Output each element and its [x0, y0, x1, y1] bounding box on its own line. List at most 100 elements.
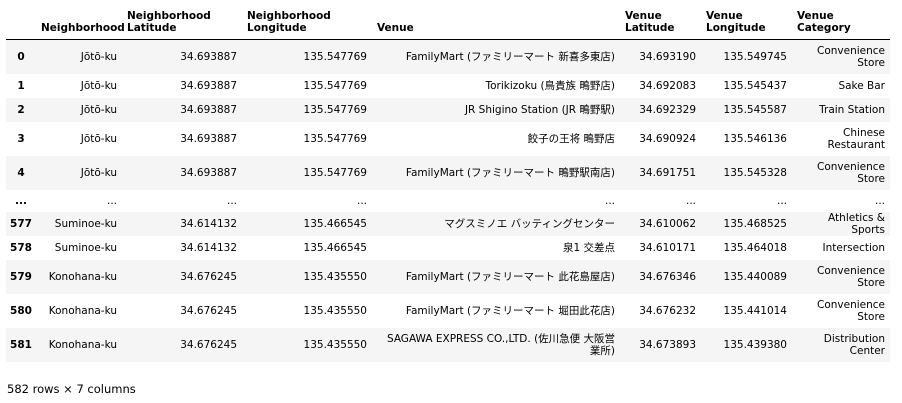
cell-venue-category: ...: [874, 194, 885, 207]
table-header: Neighborhood Neighborhood Latitude Neigh…: [6, 6, 890, 40]
cell-venue: マグスミノエ バッティングセンター: [444, 217, 615, 230]
cell-venue-latitude: 34.693190: [639, 50, 696, 63]
header-neighborhood-latitude: Neighborhood Latitude: [122, 6, 242, 40]
table-row: 578 Suminoe-ku 34.614132 135.466545 泉1 交…: [6, 236, 890, 260]
row-index: 3: [17, 132, 25, 145]
header-venue-longitude: Venue Longitude: [701, 6, 792, 40]
cell-neighborhood: Suminoe-ku: [54, 241, 117, 254]
table-row: 579 Konohana-ku 34.676245 135.435550 Fam…: [6, 259, 890, 294]
dataframe-table: Neighborhood Neighborhood Latitude Neigh…: [6, 6, 890, 362]
cell-neighborhood: Konohana-ku: [48, 338, 117, 351]
row-index: 577: [10, 217, 32, 230]
cell-neighborhood-latitude: 34.693887: [180, 166, 237, 179]
cell-venue-latitude: 34.610062: [639, 217, 696, 230]
cell-venue: Torikizoku (鳥貴族 鴫野店): [485, 79, 615, 92]
table-row: 1 Jōtō-ku 34.693887 135.547769 Torikizok…: [6, 74, 890, 98]
cell-venue-category: Distribution Center: [823, 332, 885, 357]
header-neighborhood: Neighborhood: [36, 6, 125, 40]
cell-neighborhood-longitude: 135.547769: [303, 132, 367, 145]
cell-venue-latitude: 34.690924: [639, 132, 696, 145]
cell-venue-longitude: 135.441014: [723, 304, 787, 317]
cell-neighborhood: Konohana-ku: [48, 304, 117, 317]
row-index: 578: [10, 241, 32, 254]
cell-venue-latitude: 34.610171: [639, 241, 696, 254]
cell-venue-category: Intersection: [822, 241, 885, 254]
cell-neighborhood-latitude: 34.693887: [180, 132, 237, 145]
table-row: 580 Konohana-ku 34.676245 135.435550 Fam…: [6, 294, 890, 328]
cell-neighborhood: ...: [106, 194, 117, 207]
table-row: 0 Jōtō-ku 34.693887 135.547769 FamilyMar…: [6, 39, 890, 74]
shape-summary: 582 rows × 7 columns: [7, 382, 136, 396]
cell-venue-category: Chinese Restaurant: [827, 126, 885, 151]
cell-neighborhood-longitude: 135.466545: [303, 241, 367, 254]
cell-venue-latitude: 34.676346: [639, 270, 696, 283]
row-index: 0: [17, 50, 25, 63]
table-row: 577 Suminoe-ku 34.614132 135.466545 マグスミ…: [6, 211, 890, 236]
dataframe-output: Neighborhood Neighborhood Latitude Neigh…: [0, 0, 902, 362]
cell-venue-latitude: 34.691751: [639, 166, 696, 179]
table-row: 3 Jōtō-ku 34.693887 135.547769 餃子の王将 鴫野店…: [6, 122, 890, 156]
table-row: 2 Jōtō-ku 34.693887 135.547769 JR Shigin…: [6, 97, 890, 122]
cell-venue-longitude: 135.545328: [723, 166, 787, 179]
table-row: 581 Konohana-ku 34.676245 135.435550 SAG…: [6, 327, 890, 362]
cell-neighborhood: Jōtō-ku: [80, 166, 117, 179]
cell-neighborhood-latitude: 34.676245: [180, 270, 237, 283]
cell-neighborhood-longitude: 135.435550: [303, 270, 367, 283]
cell-neighborhood-latitude: 34.614132: [180, 217, 237, 230]
cell-venue-category: Train Station: [819, 103, 885, 116]
cell-venue-category: Convenience Store: [816, 160, 885, 185]
header-venue: Venue: [372, 6, 620, 40]
cell-venue: ...: [604, 194, 615, 207]
header-venue-category: Venue Category: [792, 6, 890, 40]
cell-venue-category: Sake Bar: [838, 79, 885, 92]
cell-neighborhood: Jōtō-ku: [80, 132, 117, 145]
row-index: ...: [15, 194, 27, 207]
cell-neighborhood-latitude: 34.676245: [180, 304, 237, 317]
cell-neighborhood: Konohana-ku: [48, 270, 117, 283]
row-index: 579: [10, 270, 32, 283]
row-index: 4: [17, 166, 25, 179]
cell-neighborhood: Jōtō-ku: [80, 103, 117, 116]
cell-neighborhood-latitude: 34.676245: [180, 338, 237, 351]
cell-venue-latitude: 34.692083: [639, 79, 696, 92]
cell-venue-latitude: 34.673893: [639, 338, 696, 351]
cell-venue: FamilyMart (ファミリーマート 堀田此花店): [405, 304, 615, 317]
cell-venue: 餃子の王将 鴫野店: [527, 132, 615, 145]
cell-venue: JR Shigino Station (JR 鴫野駅): [464, 103, 615, 116]
cell-venue-latitude: 34.676232: [639, 304, 696, 317]
cell-neighborhood-latitude: 34.693887: [180, 50, 237, 63]
header-venue-latitude: Venue Latitude: [620, 6, 701, 40]
cell-venue-longitude: 135.464018: [723, 241, 787, 254]
cell-venue-latitude: 34.692329: [639, 103, 696, 116]
cell-neighborhood-latitude: ...: [226, 194, 237, 207]
row-index: 581: [10, 338, 32, 351]
cell-neighborhood-longitude: 135.547769: [303, 50, 367, 63]
header-row: Neighborhood Neighborhood Latitude Neigh…: [6, 6, 890, 40]
cell-neighborhood-latitude: 34.614132: [180, 241, 237, 254]
cell-neighborhood: Suminoe-ku: [54, 217, 117, 230]
row-index: 1: [17, 79, 25, 92]
cell-venue-longitude: ...: [776, 194, 787, 207]
cell-neighborhood: Jōtō-ku: [80, 79, 117, 92]
cell-venue: 泉1 交差点: [562, 241, 615, 254]
index-header: [6, 6, 36, 40]
cell-venue: FamilyMart (ファミリーマート 新喜多東店): [405, 50, 615, 63]
cell-neighborhood-longitude: 135.466545: [303, 217, 367, 230]
cell-venue: SAGAWA EXPRESS CO.,LTD. (佐川急便 大阪営業所): [386, 332, 615, 357]
cell-venue-latitude: ...: [685, 194, 696, 207]
cell-neighborhood-longitude: 135.547769: [303, 79, 367, 92]
cell-venue-longitude: 135.468525: [723, 217, 787, 230]
table-row: 4 Jōtō-ku 34.693887 135.547769 FamilyMar…: [6, 155, 890, 190]
row-index: 2: [17, 103, 25, 116]
cell-neighborhood-longitude: 135.547769: [303, 103, 367, 116]
cell-venue: FamilyMart (ファミリーマート 鴫野駅南店): [405, 166, 615, 179]
cell-neighborhood: Jōtō-ku: [80, 50, 117, 63]
header-neighborhood-longitude: Neighborhood Longitude: [242, 6, 372, 40]
cell-neighborhood-longitude: 135.435550: [303, 338, 367, 351]
cell-venue: FamilyMart (ファミリーマート 此花島屋店): [405, 270, 615, 283]
cell-venue-longitude: 135.546136: [723, 132, 787, 145]
cell-venue-longitude: 135.545437: [723, 79, 787, 92]
cell-venue-longitude: 135.545587: [723, 103, 787, 116]
row-index: 580: [10, 304, 32, 317]
cell-neighborhood-longitude: 135.435550: [303, 304, 367, 317]
